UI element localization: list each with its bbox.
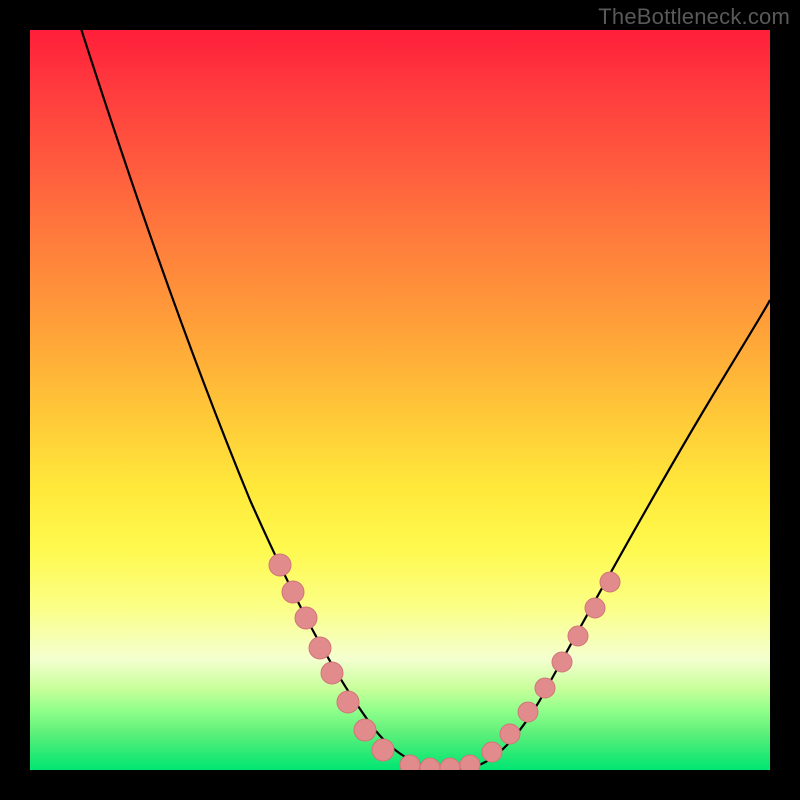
right-branch-dots	[482, 572, 620, 762]
curve-path	[75, 30, 770, 770]
left-branch-dots	[269, 554, 394, 761]
plot-area	[30, 30, 770, 770]
attribution-text: TheBottleneck.com	[598, 4, 790, 30]
chart-frame: TheBottleneck.com	[0, 0, 800, 800]
bottleneck-curve	[30, 30, 770, 770]
trough-dots	[400, 755, 480, 770]
